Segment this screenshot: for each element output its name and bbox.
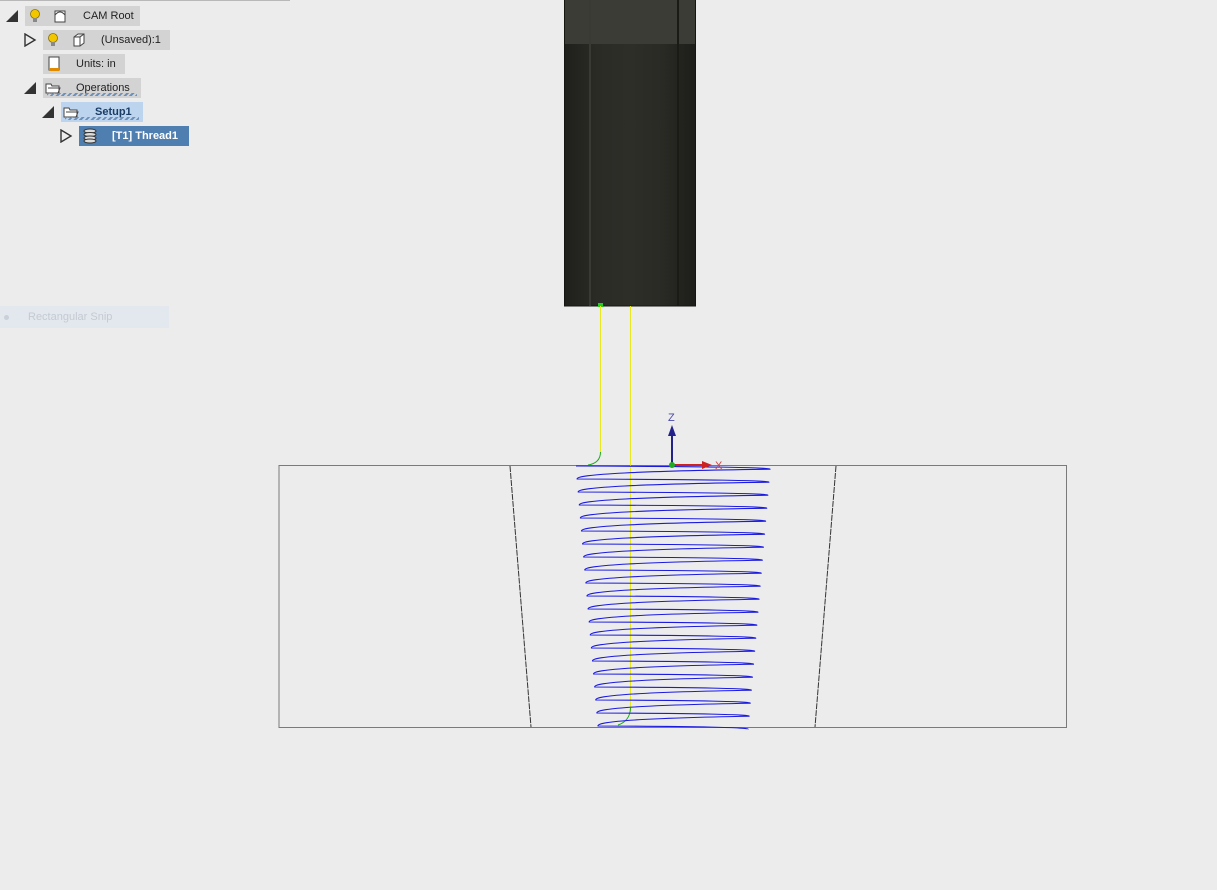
hole-edge-left (509, 465, 532, 728)
tree-item-units[interactable]: Units: in (0, 54, 200, 74)
link-underline (47, 93, 137, 96)
tree-item-thread1[interactable]: [T1] Thread1 (0, 126, 200, 146)
tree-node[interactable]: (Unsaved):1 (43, 30, 170, 50)
graphics-viewport[interactable]: Z X CAM Root (Unsaved):1 Units: in Opera… (0, 0, 1217, 890)
tree-item-operations[interactable]: Operations (0, 78, 200, 98)
tree-item-label: CAM Root (83, 10, 134, 22)
axis-triad: Z X (668, 412, 723, 472)
tree-node[interactable]: Units: in (43, 54, 125, 74)
hole-edge-right (814, 465, 837, 728)
browser-tree: CAM Root (Unsaved):1 Units: in Operation… (0, 0, 300, 160)
snip-dot-icon (4, 315, 9, 320)
panel-divider (0, 0, 290, 1)
lightbulb-icon[interactable] (45, 32, 61, 48)
cam-document-icon (54, 10, 66, 23)
collapse-triangle-icon[interactable] (41, 105, 55, 119)
collapse-triangle-icon[interactable] (23, 81, 37, 95)
tree-item-label: [T1] Thread1 (112, 130, 179, 142)
thread-toolpath[interactable] (575, 465, 771, 730)
tree-node[interactable]: [T1] Thread1 (79, 126, 189, 146)
tree-node[interactable]: Operations (43, 78, 141, 98)
tree-item-label: (Unsaved):1 (101, 34, 161, 46)
component-box-icon (73, 33, 85, 47)
expand-triangle-icon[interactable] (59, 129, 73, 143)
tree-item-label: Units: in (76, 58, 116, 70)
lead-in-arc (587, 451, 601, 466)
origin-point (669, 462, 675, 468)
z-arrow-head (668, 425, 676, 436)
snip-label: Rectangular Snip (28, 311, 113, 323)
tree-node[interactable]: Setup1 (61, 102, 143, 122)
link-underline (65, 117, 139, 120)
rectangular-snip-overlay: Rectangular Snip (0, 306, 169, 328)
tree-node[interactable]: CAM Root (25, 6, 140, 26)
x-axis-label: X (715, 460, 723, 472)
tool-holder[interactable] (564, 0, 696, 307)
x-arrow-head (702, 461, 712, 469)
tree-item-cam-root[interactable]: CAM Root (0, 6, 200, 26)
lightbulb-icon[interactable] (27, 8, 43, 24)
expand-triangle-icon[interactable] (23, 33, 37, 47)
thread-operation-icon (83, 128, 97, 144)
tree-item-setup1[interactable]: Setup1 (0, 102, 200, 122)
tree-item-unsaved[interactable]: (Unsaved):1 (0, 30, 200, 50)
z-axis-label: Z (668, 412, 675, 424)
units-document-icon (48, 56, 60, 71)
collapse-triangle-icon[interactable] (5, 9, 19, 23)
lead-out-arc (617, 707, 631, 726)
